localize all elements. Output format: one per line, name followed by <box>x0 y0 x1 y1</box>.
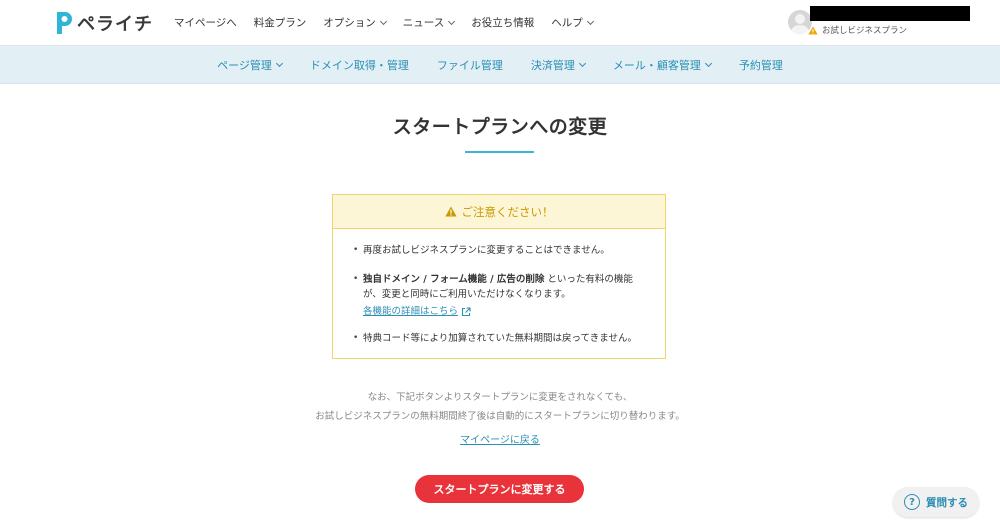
subnav-reservations-label: 予約管理 <box>738 58 783 72</box>
redacted-username <box>810 6 970 21</box>
subnav-domain[interactable]: ドメイン取得・管理 <box>310 57 409 73</box>
sub-nav: ページ管理 ドメイン取得・管理 ファイル管理 決済管理 メール・顧客管理 予約管… <box>0 46 1000 84</box>
notice-item: 独自ドメイン / フォーム機能 / 広告の削除 といった有料の機能が、変更と同時… <box>353 272 647 319</box>
subnav-files-label: ファイル管理 <box>436 58 503 72</box>
features-detail-link-label: 各機能の詳細はこちら <box>363 306 459 317</box>
top-header: ペライチ マイページへ 料金プラン オプション ニュース お役立ち情報 ヘルプ … <box>0 0 1000 46</box>
chevron-down-icon <box>704 59 712 67</box>
nav-mypage-label: マイページへ <box>174 17 237 29</box>
logo-mark-icon <box>57 12 72 34</box>
ask-question-label: 質問する <box>926 496 968 509</box>
notice-item: 特典コード等により加算されていた無料期間は戻ってきません。 <box>353 331 647 346</box>
warning-icon <box>808 26 818 34</box>
note-line-1: なお、下記ボタンよりスタートプランに変更をされなくても、 <box>367 392 633 403</box>
nav-pricing[interactable]: 料金プラン <box>254 15 307 30</box>
subnav-domain-label: ドメイン取得・管理 <box>309 58 409 72</box>
chevron-down-icon <box>448 17 456 25</box>
nav-pricing-label: 料金プラン <box>253 17 307 29</box>
chevron-down-icon <box>586 17 594 25</box>
subnav-payments-label: 決済管理 <box>530 58 575 72</box>
nav-options-label: オプション <box>323 17 376 29</box>
nav-help-label: ヘルプ <box>551 17 583 29</box>
notice-box: ご注意ください！ 再度お試しビジネスプランに変更することはできません。 独自ドメ… <box>332 194 666 359</box>
title-underline <box>465 151 534 153</box>
subnav-mail-customers[interactable]: メール・顧客管理 <box>612 57 712 73</box>
subnav-page-management[interactable]: ページ管理 <box>217 57 283 73</box>
notice-heading: ご注意ください！ <box>333 195 665 229</box>
chevron-down-icon <box>578 59 586 67</box>
nav-useful-info[interactable]: お役立ち情報 <box>471 15 534 30</box>
nav-useful-info-label: お役立ち情報 <box>471 17 535 29</box>
user-menu[interactable]: お試しビジネスプラン <box>788 6 978 40</box>
chevron-down-icon <box>275 59 283 67</box>
nav-news-label: ニュース <box>402 17 445 29</box>
auto-switch-note: なお、下記ボタンよりスタートプランに変更をされなくても、 お試しビジネスプランの… <box>0 388 1000 426</box>
logo-text: ペライチ <box>77 14 153 35</box>
subnav-payments[interactable]: 決済管理 <box>530 57 586 73</box>
notice-list: 再度お試しビジネスプランに変更することはできません。 独自ドメイン / フォーム… <box>333 229 665 346</box>
notice-item-2-bold: 独自ドメイン / フォーム機能 / 広告の削除 <box>363 274 545 285</box>
question-icon: ? <box>904 494 920 510</box>
logo[interactable]: ペライチ <box>54 9 153 37</box>
features-detail-link[interactable]: 各機能の詳細はこちら <box>363 304 471 319</box>
back-to-mypage-link[interactable]: マイページに戻る <box>460 435 540 446</box>
ask-question-button[interactable]: ? 質問する <box>893 487 979 517</box>
nav-options[interactable]: オプション <box>323 15 387 30</box>
notice-item: 再度お試しビジネスプランに変更することはできません。 <box>353 243 647 258</box>
change-to-start-plan-button[interactable]: スタートプランに変更する <box>415 475 584 503</box>
subnav-page-management-label: ページ管理 <box>217 58 272 72</box>
nav-mypage[interactable]: マイページへ <box>174 15 237 30</box>
chevron-down-icon <box>379 17 387 25</box>
page-title: スタートプランへの変更 <box>392 116 608 138</box>
note-line-2: お試しビジネスプランの無料期間終了後は自動的にスタートプランに切り替わります。 <box>315 411 685 422</box>
notice-item-3-text: 特典コード等により加算されていた無料期間は戻ってきません。 <box>363 333 637 344</box>
plan-status: お試しビジネスプラン <box>808 24 907 36</box>
external-link-icon <box>461 306 471 316</box>
subnav-files[interactable]: ファイル管理 <box>437 57 503 73</box>
plan-status-text: お試しビジネスプラン <box>822 26 908 36</box>
notice-heading-text: ご注意ください！ <box>461 204 554 219</box>
subnav-mail-customers-label: メール・顧客管理 <box>612 58 701 72</box>
nav-news[interactable]: ニュース <box>402 15 456 30</box>
notice-item-1-text: 再度お試しビジネスプランに変更することはできません。 <box>363 245 610 256</box>
back-link-wrap: マイページに戻る <box>0 431 1000 446</box>
nav-help[interactable]: ヘルプ <box>551 15 594 30</box>
top-nav: マイページへ 料金プラン オプション ニュース お役立ち情報 ヘルプ <box>174 15 610 30</box>
subnav-reservations[interactable]: 予約管理 <box>739 57 783 73</box>
warning-icon <box>444 206 457 217</box>
